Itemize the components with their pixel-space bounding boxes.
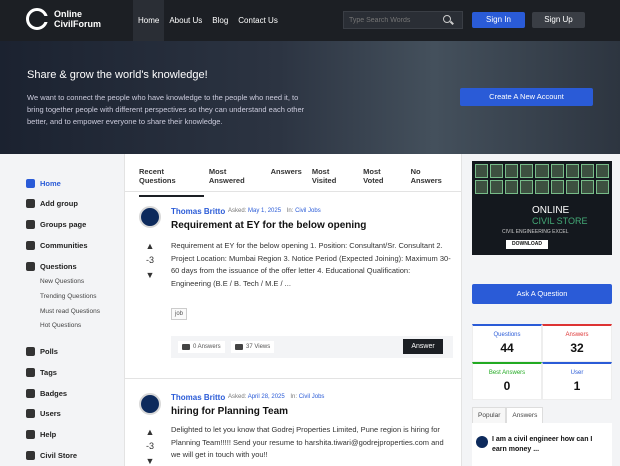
tab-popular[interactable]: Popular (472, 407, 507, 424)
question-date[interactable]: May 1, 2025 (248, 208, 281, 214)
ask-question-button[interactable]: Ask A Question (472, 284, 612, 304)
tab-widget-answers[interactable]: Answers (506, 407, 544, 424)
stat-users: User 1 (542, 362, 612, 400)
question-meta: Asked: April 28, 2025 In: Civil Jobs (228, 394, 325, 400)
hero-text: We want to connect the people who have k… (27, 93, 305, 126)
store-icon (26, 451, 35, 460)
nav-about[interactable]: About Us (164, 0, 207, 41)
sidebar-item-questions[interactable]: Questions (26, 262, 77, 271)
nav-blog[interactable]: Blog (207, 0, 233, 41)
sidebar-sub-hot[interactable]: Hot Questions (40, 322, 81, 329)
upvote-icon[interactable]: ▲ (145, 427, 155, 437)
question-author[interactable]: Thomas Britto (171, 207, 225, 216)
downvote-icon[interactable]: ▼ (145, 270, 155, 280)
civil-store-ad[interactable]: ONLINE CIVIL STORE CIVIL ENGINEERING EXC… (472, 161, 612, 255)
avatar[interactable] (476, 436, 488, 448)
sidebar-item-communities[interactable]: Communities (26, 241, 88, 250)
sidebar-item-users[interactable]: Users (26, 409, 61, 418)
answer-button[interactable]: Answer (403, 339, 443, 354)
popular-question-link[interactable]: I am a civil engineer how can I earn mon… (492, 435, 607, 455)
top-navbar: Online CivilForum Home About Us Blog Con… (0, 0, 620, 41)
avatar[interactable] (139, 393, 161, 415)
sidebar-item-add-group[interactable]: Add group (26, 199, 78, 208)
sidebar-item-help[interactable]: Help (26, 430, 56, 439)
widget-tabs: Popular Answers (472, 407, 544, 424)
avatar[interactable] (139, 206, 161, 228)
sidebar-item-badges[interactable]: Badges (26, 389, 67, 398)
help-icon (26, 430, 35, 439)
question-excerpt: Requirement at EY for the below opening … (171, 241, 451, 288)
questions-icon (26, 262, 35, 271)
nav-contact[interactable]: Contact Us (233, 0, 283, 41)
comment-icon (182, 344, 190, 350)
question-title[interactable]: hiring for Planning Team (171, 406, 288, 417)
sidebar-sub-trending[interactable]: Trending Questions (40, 293, 97, 300)
question-card: Thomas Britto Asked: May 1, 2025 In: Civ… (125, 192, 463, 372)
signin-button[interactable]: Sign In (472, 12, 525, 28)
main-nav: Home About Us Blog Contact Us (133, 0, 283, 41)
question-title[interactable]: Requirement at EY for the below opening (171, 220, 366, 231)
sidebar-item-tags[interactable]: Tags (26, 368, 57, 377)
sidebar-sub-new[interactable]: New Questions (40, 278, 84, 285)
views-count: 37 Views (231, 341, 275, 353)
site-logo[interactable]: Online CivilForum (26, 8, 101, 30)
question-card: Thomas Britto Asked: April 28, 2025 In: … (125, 378, 463, 466)
question-author[interactable]: Thomas Britto (171, 393, 225, 402)
ad-title: ONLINE (532, 205, 570, 216)
hero-title: Share & grow the world's knowledge! (27, 69, 208, 81)
users-icon (26, 409, 35, 418)
question-footer: 0 Answers 37 Views Answer (171, 336, 453, 358)
stat-best-answers: Best Answers 0 (472, 362, 542, 400)
answers-count[interactable]: 0 Answers (178, 341, 225, 353)
left-sidebar: Home Add group Groups page Communities Q… (0, 154, 124, 466)
stat-answers: Answers 32 (542, 324, 612, 362)
vote-count: -3 (145, 441, 154, 451)
question-excerpt: Delighted to let you know that Godrej Pr… (171, 425, 444, 459)
sidebar-item-home[interactable]: Home (26, 179, 61, 188)
question-meta: Asked: May 1, 2025 In: Civil Jobs (228, 208, 321, 214)
logo-line1: Online (54, 9, 83, 19)
question-feed: Recent Questions Most Answered Answers M… (124, 154, 463, 466)
logo-line2: CivilForum (54, 19, 102, 29)
hero-banner: Share & grow the world's knowledge! We w… (0, 41, 620, 154)
stat-questions: Questions 44 (472, 324, 542, 362)
sidebar-item-civil-store[interactable]: Civil Store (26, 451, 77, 460)
nav-home[interactable]: Home (133, 0, 165, 41)
question-category[interactable]: Civil Jobs (295, 208, 321, 214)
right-sidebar: ONLINE CIVIL STORE CIVIL ENGINEERING EXC… (462, 154, 620, 466)
logo-icon (26, 8, 49, 30)
sidebar-item-groups-page[interactable]: Groups page (26, 220, 86, 229)
site-stats: Questions 44 Answers 32 Best Answers 0 U… (472, 324, 612, 400)
groups-icon (26, 220, 35, 229)
ad-subtitle: CIVIL STORE (532, 216, 588, 226)
eye-icon (235, 344, 243, 350)
upvote-icon[interactable]: ▲ (145, 241, 155, 251)
question-tag[interactable]: job (171, 308, 188, 320)
ad-thumbnails (475, 164, 609, 194)
tags-icon (26, 368, 35, 377)
vote-count: -3 (145, 255, 154, 265)
add-group-icon (26, 199, 35, 208)
downvote-icon[interactable]: ▼ (145, 456, 155, 466)
communities-icon (26, 241, 35, 250)
badges-icon (26, 389, 35, 398)
question-date[interactable]: April 28, 2025 (248, 394, 285, 400)
sidebar-item-polls[interactable]: Polls (26, 347, 58, 356)
home-icon (26, 179, 35, 188)
sidebar-sub-must-read[interactable]: Must read Questions (40, 308, 100, 315)
question-category[interactable]: Civil Jobs (299, 394, 325, 400)
ad-download-button[interactable]: DOWNLOAD (506, 240, 548, 249)
signup-button[interactable]: Sign Up (532, 12, 585, 28)
search-icon[interactable] (443, 15, 451, 23)
ad-caption: CIVIL ENGINEERING EXCEL (502, 229, 569, 235)
create-account-button[interactable]: Create A New Account (460, 88, 593, 106)
polls-icon (26, 347, 35, 356)
popular-list: I am a civil engineer how can I earn mon… (472, 423, 612, 466)
